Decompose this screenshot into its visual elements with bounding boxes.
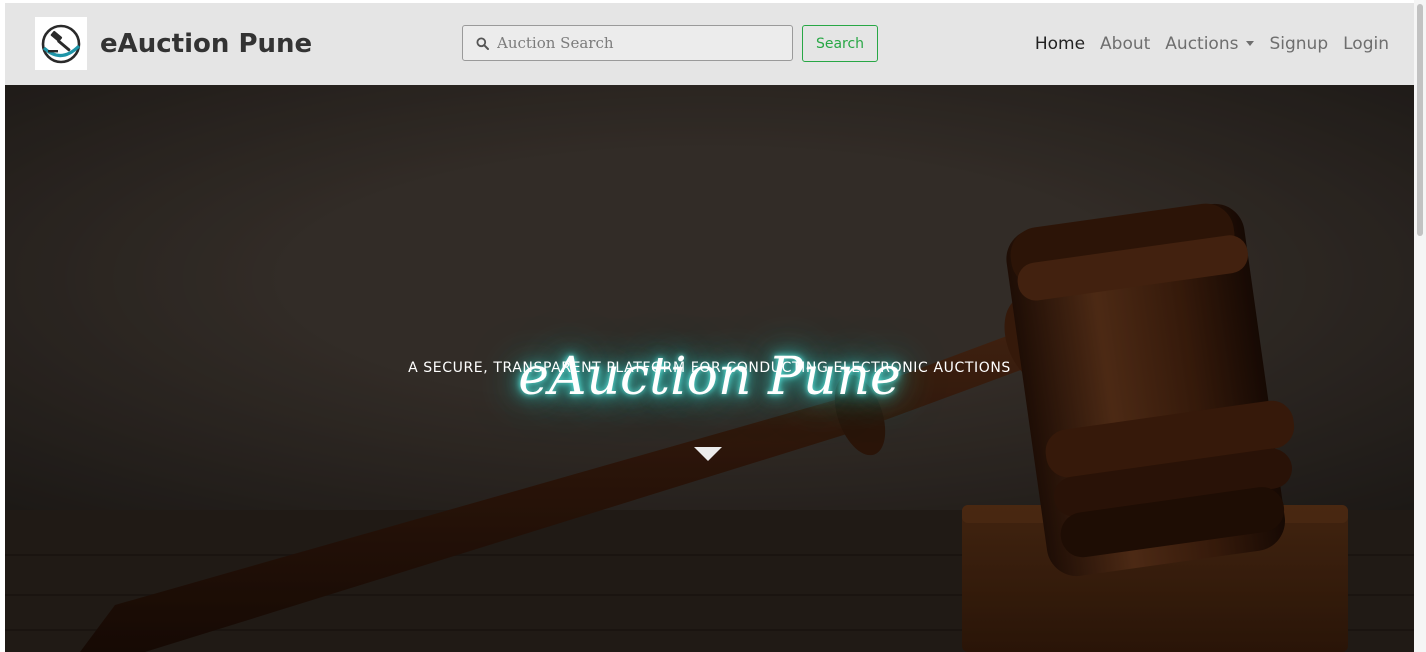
hero-title: eAuction Pune: [518, 347, 901, 407]
gavel-icon: [41, 24, 81, 63]
search-icon: [475, 36, 489, 50]
nav-login[interactable]: Login: [1343, 33, 1389, 55]
brand-logo[interactable]: [35, 17, 87, 70]
search-box: [462, 25, 793, 61]
nav-auctions-dropdown[interactable]: Auctions: [1165, 33, 1255, 55]
hero-subtitle: A SECURE, TRANSPARENT PLATFORM FOR CONDU…: [408, 360, 1011, 376]
page-scrollbar[interactable]: [1414, 0, 1426, 652]
caret-down-icon: [1246, 41, 1255, 46]
scrollbar-thumb[interactable]: [1417, 4, 1423, 236]
navbar: eAuction Pune Search Home About Auctions…: [5, 3, 1414, 85]
page: eAuction Pune Search Home About Auctions…: [0, 0, 1426, 652]
scroll-down-icon[interactable]: [693, 447, 723, 463]
search-input[interactable]: [497, 34, 777, 52]
nav-home[interactable]: Home: [1035, 33, 1085, 55]
nav-about[interactable]: About: [1100, 33, 1150, 55]
nav-menu: Home About Auctions Signup Login: [1035, 33, 1389, 55]
nav-signup[interactable]: Signup: [1269, 33, 1328, 55]
brand-name[interactable]: eAuction Pune: [100, 27, 312, 61]
nav-auctions-label: Auctions: [1165, 34, 1239, 54]
hero-banner: eAuction Pune A SECURE, TRANSPARENT PLAT…: [5, 85, 1414, 652]
search-button[interactable]: Search: [802, 25, 878, 62]
